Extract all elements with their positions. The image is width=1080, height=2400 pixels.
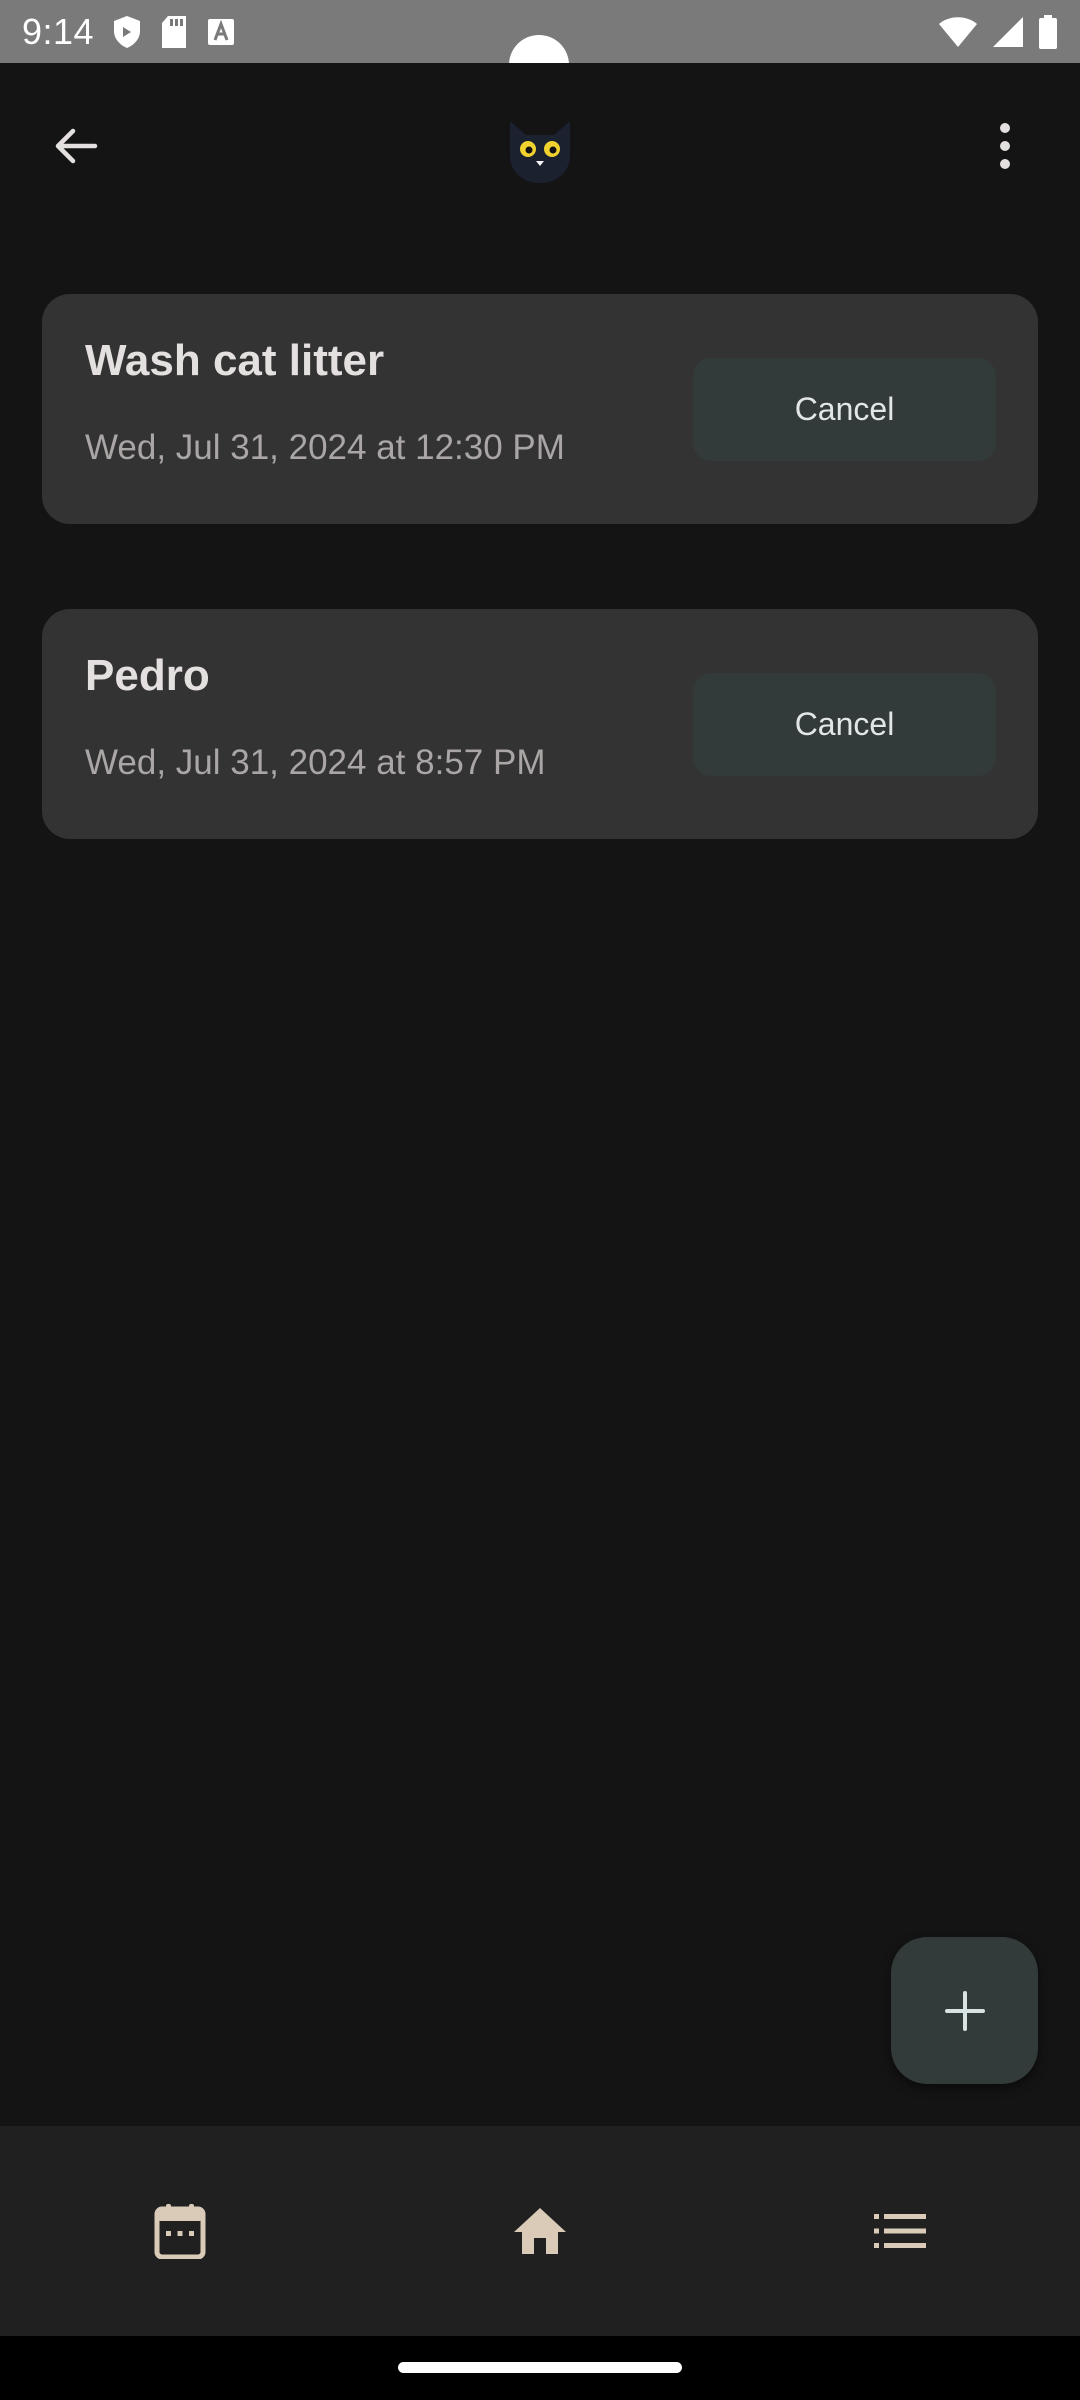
home-gesture-handle[interactable] [398,2362,682,2373]
signal-icon [992,16,1024,48]
home-icon [514,2208,566,2254]
gesture-navigation-area [0,2336,1080,2400]
reminder-title: Wash cat litter [85,336,385,385]
add-reminder-button[interactable] [891,1937,1038,2084]
arrow-back-icon [55,128,98,164]
cat-logo [500,115,580,187]
calendar-icon [154,2204,206,2259]
nav-item-calendar[interactable] [120,2171,240,2291]
shield-icon [112,15,142,49]
status-time: 9:14 [22,10,95,52]
bottom-navigation [0,2126,1080,2336]
wifi-icon [938,16,978,48]
back-button[interactable] [40,111,110,181]
app-bar [0,63,1080,231]
reminder-date: Wed, Jul 31, 2024 at 8:57 PM [85,743,546,782]
add-icon [944,1990,985,2031]
more-vert-icon [1000,123,1010,169]
reminder-title: Pedro [85,651,210,700]
cancel-button[interactable]: Cancel [693,673,996,776]
battery-icon [1038,14,1058,49]
list-icon [874,2214,926,2248]
reminder-card: Wash cat litter Wed, Jul 31, 2024 at 12:… [42,294,1038,524]
nav-item-home[interactable] [480,2171,600,2291]
nav-item-list[interactable] [840,2171,960,2291]
more-options-button[interactable] [970,111,1040,181]
cancel-button[interactable]: Cancel [693,358,996,461]
reminder-date: Wed, Jul 31, 2024 at 12:30 PM [85,428,565,467]
sd-card-icon [160,15,188,49]
reminder-card: Pedro Wed, Jul 31, 2024 at 8:57 PM Cance… [42,609,1038,839]
font-icon [206,17,236,47]
